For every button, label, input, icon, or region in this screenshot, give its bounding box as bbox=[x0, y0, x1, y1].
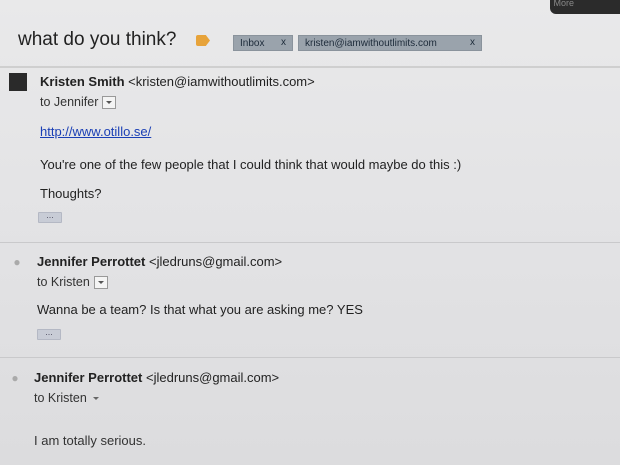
sender-email: <jledruns@gmail.com> bbox=[149, 254, 283, 269]
recipient-text: to Kristen bbox=[34, 391, 87, 405]
message-link[interactable]: http://www.otillo.se/ bbox=[40, 124, 151, 139]
label-chip-text: Inbox bbox=[240, 37, 265, 49]
message-divider bbox=[0, 357, 620, 358]
details-dropdown-icon[interactable] bbox=[102, 96, 117, 110]
sender-name: Jennifer Perrottet bbox=[37, 254, 146, 269]
recipient-text: to Kristen bbox=[37, 275, 90, 289]
avatar bbox=[9, 73, 27, 91]
message-line: You're one of the few people that I coul… bbox=[40, 157, 462, 172]
top-bezel: More bbox=[550, 0, 620, 14]
details-dropdown-icon[interactable] bbox=[92, 397, 99, 401]
message-sender[interactable]: Jennifer Perrottet <jledruns@gmail.com> bbox=[34, 370, 279, 385]
recipient-line: to Jennifer bbox=[40, 95, 117, 110]
avatar-placeholder-icon: ● bbox=[13, 255, 21, 269]
recipient-line: to Kristen bbox=[34, 391, 99, 405]
recipient-line: to Kristen bbox=[37, 275, 108, 290]
sender-name: Kristen Smith bbox=[40, 74, 125, 89]
message-sender[interactable]: Jennifer Perrottet <jledruns@gmail.com> bbox=[37, 254, 282, 269]
avatar-placeholder-icon: ● bbox=[11, 371, 19, 385]
label-chip-text: kristen@iamwithoutlimits.com bbox=[305, 37, 437, 49]
message-line: I am totally serious. bbox=[34, 433, 146, 448]
more-menu[interactable]: More bbox=[553, 0, 574, 8]
email-thread-view: More what do you think? Inbox x kristen@… bbox=[0, 0, 620, 465]
remove-label-icon[interactable]: x bbox=[281, 37, 286, 48]
label-chip-inbox[interactable]: Inbox x bbox=[233, 35, 293, 51]
recipient-text: to Jennifer bbox=[40, 95, 99, 109]
message-sender[interactable]: Kristen Smith <kristen@iamwithoutlimits.… bbox=[40, 74, 315, 89]
thread-subject: what do you think? bbox=[18, 29, 177, 50]
remove-label-icon[interactable]: x bbox=[470, 37, 475, 48]
label-chip-address[interactable]: kristen@iamwithoutlimits.com x bbox=[298, 35, 482, 51]
show-trimmed-content-button[interactable]: ... bbox=[37, 328, 61, 340]
sender-email: <kristen@iamwithoutlimits.com> bbox=[128, 74, 315, 89]
message-divider bbox=[0, 242, 620, 243]
details-dropdown-icon[interactable] bbox=[93, 276, 108, 290]
sender-email: <jledruns@gmail.com> bbox=[146, 370, 280, 385]
subject-bar: what do you think? Inbox x kristen@iamwi… bbox=[0, 18, 620, 68]
message-line: Thoughts? bbox=[40, 186, 102, 201]
message-line: Wanna be a team? Is that what you are as… bbox=[37, 302, 363, 317]
important-marker-icon[interactable] bbox=[196, 35, 210, 46]
sender-name: Jennifer Perrottet bbox=[34, 370, 143, 385]
show-trimmed-content-button[interactable]: ... bbox=[38, 211, 62, 223]
